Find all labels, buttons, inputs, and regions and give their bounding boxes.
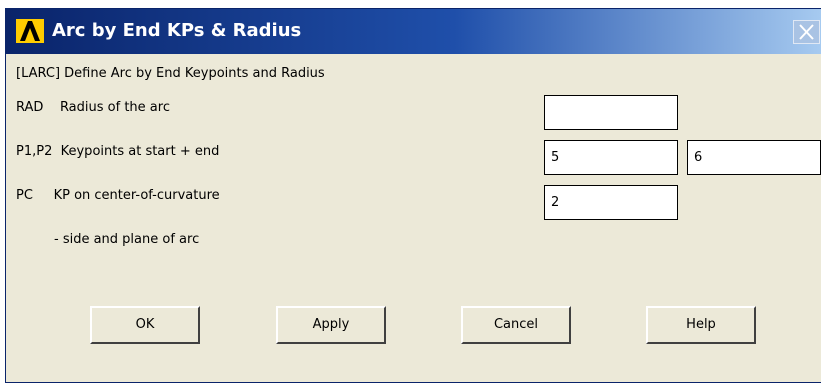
cancel-button[interactable]: Cancel	[461, 306, 571, 344]
p1-input[interactable]	[544, 140, 678, 175]
arc-dialog-window: Arc by End KPs & Radius [LARC] Define Ar…	[5, 8, 821, 383]
ansys-logo-icon	[16, 19, 44, 43]
p1p2-label: P1,P2 Keypoints at start + end	[16, 144, 220, 159]
close-button[interactable]	[793, 20, 820, 44]
close-icon	[799, 24, 814, 40]
rad-label: RAD Radius of the arc	[16, 100, 170, 115]
rad-input[interactable]	[544, 95, 678, 130]
p2-input[interactable]	[687, 140, 821, 175]
pc-sublabel: - side and plane of arc	[54, 232, 200, 247]
pc-label: PC KP on center-of-curvature	[16, 188, 220, 203]
apply-button[interactable]: Apply	[276, 306, 386, 344]
title-bar[interactable]: Arc by End KPs & Radius	[6, 9, 821, 54]
help-button[interactable]: Help	[646, 306, 756, 344]
pc-input[interactable]	[544, 185, 678, 220]
dialog-heading: [LARC] Define Arc by End Keypoints and R…	[16, 66, 325, 81]
ok-button[interactable]: OK	[90, 306, 200, 344]
dialog-body: [LARC] Define Arc by End Keypoints and R…	[6, 54, 821, 382]
window-title: Arc by End KPs & Radius	[52, 20, 302, 41]
